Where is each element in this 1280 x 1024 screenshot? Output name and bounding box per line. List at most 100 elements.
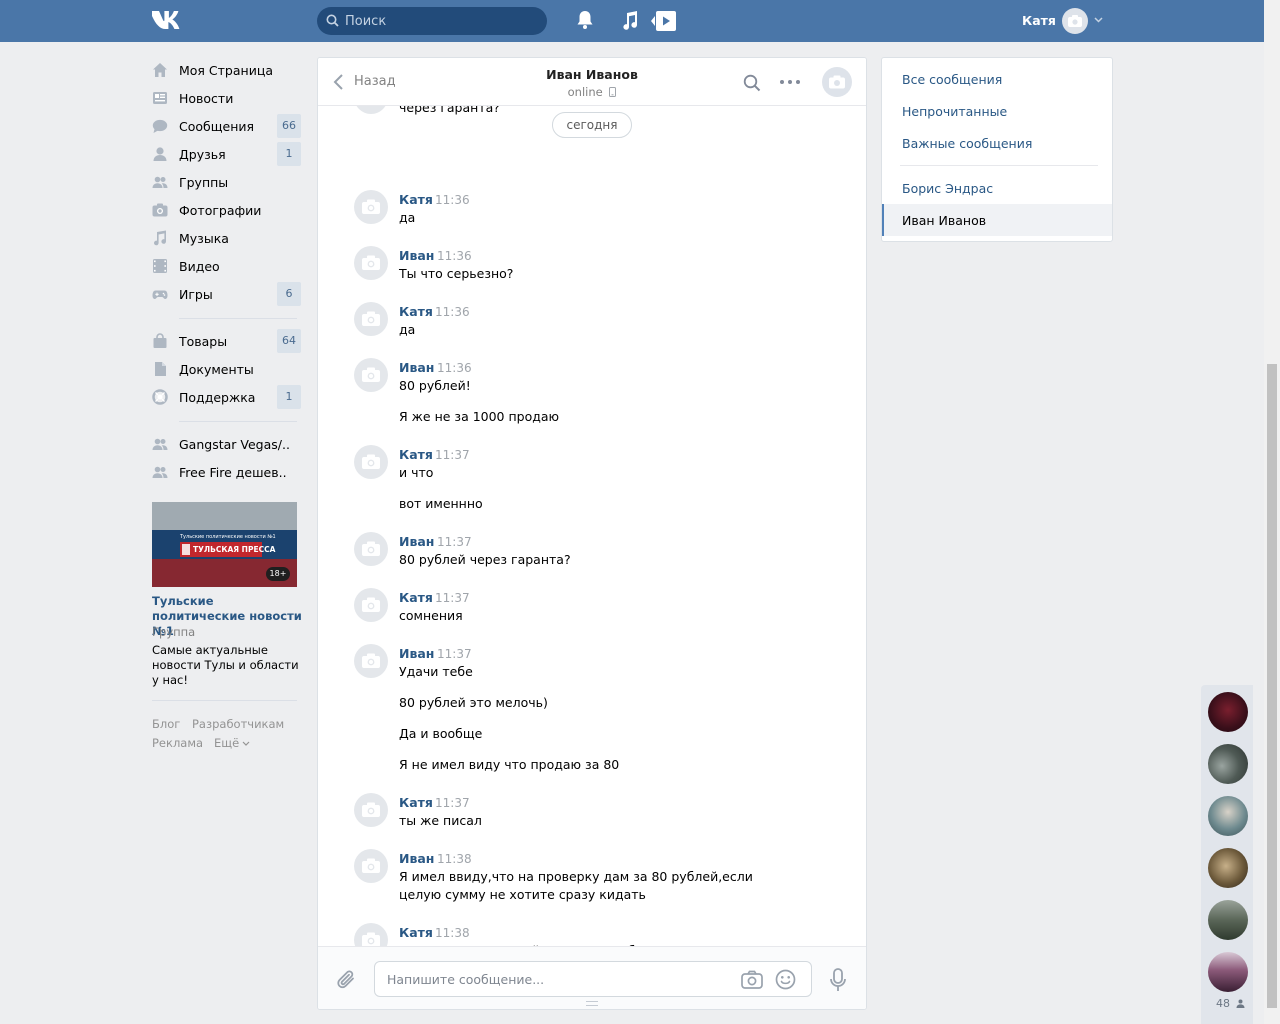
menu-messages[interactable]: Сообщения 66 — [152, 114, 302, 138]
conversation-boris[interactable]: Борис Эндрас — [882, 172, 1112, 204]
avatar[interactable] — [354, 445, 388, 479]
message-author[interactable]: Иван — [399, 360, 434, 375]
message-author[interactable]: Катя — [399, 925, 433, 940]
camera-icon — [362, 255, 380, 270]
top-user-name[interactable]: Катя — [1022, 13, 1056, 28]
chevron-down-icon[interactable] — [1094, 17, 1103, 23]
chat-avatar-3[interactable] — [1208, 796, 1248, 836]
menu-group-freefire[interactable]: Free Fire дешев.. — [152, 460, 302, 484]
paperclip-icon[interactable] — [336, 969, 358, 991]
camera-icon — [362, 541, 380, 556]
resize-handle[interactable] — [586, 1001, 598, 1006]
camera-icon — [829, 75, 845, 89]
avatar[interactable] — [354, 793, 388, 827]
chat-avatar-4[interactable] — [1208, 848, 1248, 888]
ad-banner-small-text: Тульские политические новости №1 — [180, 534, 276, 540]
menu-counter: 1 — [277, 385, 301, 409]
peer-status: online — [318, 85, 866, 99]
menu-goods[interactable]: Товары 64 — [152, 329, 302, 353]
top-user-avatar[interactable] — [1062, 8, 1088, 34]
menu-label: Игры — [179, 287, 213, 302]
ad-banner-image[interactable]: Тульские политические новости №1 ТУЛЬСКА… — [152, 502, 297, 587]
message-text: 80 рублей! — [399, 378, 471, 393]
footer-blog-link[interactable]: Блог — [152, 717, 180, 731]
avatar[interactable] — [354, 588, 388, 622]
avatar[interactable] — [354, 532, 388, 566]
menu-groups[interactable]: Группы — [152, 170, 302, 194]
chat-avatar-1[interactable] — [1208, 692, 1248, 732]
conversation-ivan-active[interactable]: Иван Иванов — [882, 204, 1112, 236]
camera-icon[interactable] — [741, 970, 763, 989]
message-time: 11:36 — [435, 193, 470, 207]
chat-avatar-2[interactable] — [1208, 744, 1248, 784]
footer-ads-link[interactable]: Реклама — [152, 736, 203, 750]
microphone-icon[interactable] — [830, 968, 846, 992]
play-video-icon[interactable] — [651, 11, 677, 31]
menu-support[interactable]: Поддержка 1 — [152, 385, 302, 409]
filter-important[interactable]: Важные сообщения — [882, 127, 1112, 159]
filter-all-messages[interactable]: Все сообщения — [882, 63, 1112, 95]
menu-label: Моя Страница — [179, 63, 273, 78]
scrollbar-thumb[interactable] — [1267, 364, 1277, 1008]
message-author[interactable]: Катя — [399, 795, 433, 810]
message-author[interactable]: Иван — [399, 534, 434, 549]
menu-games[interactable]: Игры 6 — [152, 282, 302, 306]
footer-more-link[interactable]: Ещё — [214, 736, 239, 750]
emoji-smile-icon[interactable] — [775, 969, 796, 990]
filter-unread[interactable]: Непрочитанные — [882, 95, 1112, 127]
message-author[interactable]: Катя — [399, 590, 433, 605]
message-time: 11:37 — [435, 591, 470, 605]
avatar[interactable] — [354, 849, 388, 883]
avatar[interactable] — [354, 923, 388, 946]
message-input-box[interactable] — [374, 961, 812, 997]
message-author[interactable]: Катя — [399, 447, 433, 462]
message-author[interactable]: Иван — [399, 248, 434, 263]
message-time: 11:37 — [435, 448, 470, 462]
avatar[interactable] — [354, 246, 388, 280]
menu-music[interactable]: Музыка — [152, 226, 302, 250]
message-text: и что — [399, 465, 434, 480]
document-icon — [155, 362, 166, 376]
footer-developers-link[interactable]: Разработчикам — [192, 717, 284, 731]
message-history[interactable]: через гаранта? сегодня Катя 11:36 да Иван 11… — [318, 106, 866, 946]
menu-my-page[interactable]: Моя Страница — [152, 58, 302, 82]
message-author[interactable]: Иван — [399, 851, 434, 866]
ad-banner-big-text: ТУЛЬСКАЯ ПРЕССА — [193, 545, 276, 554]
avatar[interactable] — [354, 190, 388, 224]
menu-photos[interactable]: Фотографии — [152, 198, 302, 222]
bell-icon[interactable] — [576, 10, 594, 30]
message-time: 11:38 — [437, 852, 472, 866]
chat-avatar-5[interactable] — [1208, 900, 1248, 940]
search-box[interactable] — [317, 7, 547, 35]
search-input[interactable] — [343, 7, 539, 35]
peer-avatar[interactable] — [822, 67, 852, 97]
music-note-icon — [154, 230, 166, 246]
camera-icon — [1068, 15, 1082, 27]
menu-video[interactable]: Видео — [152, 254, 302, 278]
avatar[interactable] — [354, 644, 388, 678]
menu-news[interactable]: Новости — [152, 86, 302, 110]
message-input[interactable] — [387, 962, 727, 996]
search-icon[interactable] — [743, 74, 761, 92]
music-icon[interactable] — [621, 11, 639, 31]
message-text: сомнения — [399, 608, 463, 623]
news-icon — [153, 92, 167, 104]
more-dots-icon[interactable] — [780, 80, 800, 84]
message-body: и что вот именнно — [399, 464, 799, 526]
menu-group-gangstar[interactable]: Gangstar Vegas/.. — [152, 432, 302, 456]
menu-documents[interactable]: Документы — [152, 357, 302, 381]
chat-avatar-6[interactable] — [1208, 952, 1248, 992]
message-body: Я имел ввиду,что на проверку дам за 80 р… — [399, 868, 799, 917]
menu-friends[interactable]: Друзья 1 — [152, 142, 302, 166]
vk-logo[interactable] — [150, 9, 186, 31]
message-author[interactable]: Катя — [399, 304, 433, 319]
menu-label: Сообщения — [179, 119, 255, 134]
side-chats-counter[interactable]: 48 — [1216, 997, 1245, 1010]
camera-icon — [362, 653, 380, 668]
avatar[interactable] — [354, 358, 388, 392]
chat-header: Назад Иван Иванов online — [318, 58, 866, 106]
message-author[interactable]: Катя — [399, 192, 433, 207]
menu-label: Документы — [179, 362, 254, 377]
avatar[interactable] — [354, 302, 388, 336]
message-author[interactable]: Иван — [399, 646, 434, 661]
